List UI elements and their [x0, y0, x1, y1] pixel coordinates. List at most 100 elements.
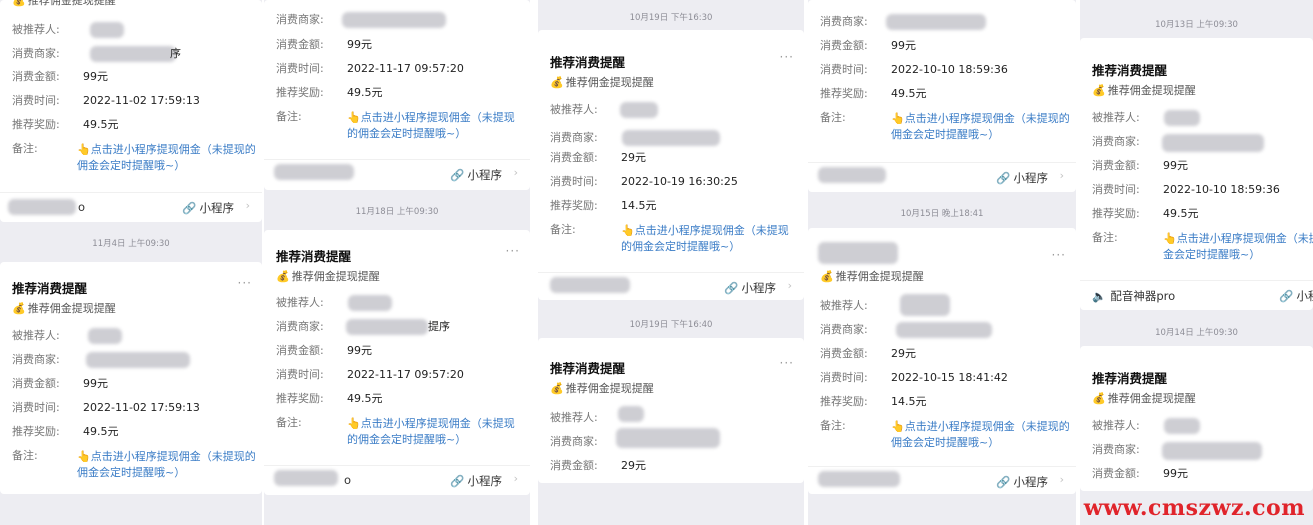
- chat-column-3: 10月19日 下午16:30 推荐消费提醒 ··· 💰 推荐佣金提现提醒 被推荐人…: [538, 0, 804, 525]
- card-subtitle: 💰 推荐佣金提现提醒: [550, 382, 654, 395]
- field-reward: 推荐奖励: 14.5元: [550, 199, 657, 212]
- field-amount: 消费金额: 99元: [276, 344, 372, 357]
- more-icon[interactable]: ···: [238, 276, 252, 290]
- field-reward: 推荐奖励: 49.5元: [12, 118, 119, 131]
- message-card[interactable]: 消费商家: 消费金额: 99元 消费时间: 2022-10-10 18:59:36 …: [808, 0, 1076, 192]
- mini-program-label: 🔗小程序: [182, 201, 234, 215]
- field-referrer: 被推荐人:: [550, 100, 796, 120]
- card-subtitle: 💰 推荐佣金提现提醒: [1092, 392, 1196, 405]
- mini-program-label: 🔗小程序: [996, 475, 1048, 489]
- field-merchant: 消费商家:: [820, 12, 1068, 32]
- field-time: 消费时间: 2022-11-17 09:57:20: [276, 368, 464, 381]
- field-merchant: 消费商家:: [820, 320, 1068, 340]
- card-footer[interactable]: 🔈配音神器pro 🔗小程序: [1080, 280, 1313, 308]
- remark-link[interactable]: 👆点击进小程序提现佣金（未提现的佣金会定时提醒哦~）: [347, 416, 524, 448]
- card-footer[interactable]: 🔗 小程序 ›: [808, 162, 1076, 190]
- more-icon[interactable]: ···: [506, 244, 520, 258]
- field-reward: 推荐奖励: 49.5元: [12, 425, 119, 438]
- redacted-value: [618, 406, 644, 422]
- message-card[interactable]: 推荐消费提醒 💰 推荐佣金提现提醒 被推荐人: 消费商家: 消费金额: 99元: [1080, 346, 1313, 491]
- field-amount: 消费金额: 29元: [550, 459, 646, 472]
- chat-column-5: 10月13日 上午09:30 推荐消费提醒 💰 推荐佣金提现提醒 被推荐人: 消费…: [1080, 0, 1313, 525]
- remark-link[interactable]: 👆点击进小程序提现佣金（未提现的佣金会定时提醒哦~）: [1163, 231, 1313, 263]
- remark-link[interactable]: 👆点击进小程序提现佣金（未提现的佣金会定时提醒哦~）: [77, 142, 256, 174]
- redacted-app-name: [550, 277, 630, 293]
- chevron-right-icon: ›: [1059, 169, 1064, 182]
- field-merchant: 消费商家: 序: [12, 46, 181, 62]
- redacted-app-name: [818, 167, 886, 183]
- money-bag-icon: 💰: [550, 382, 564, 395]
- remark-link[interactable]: 👆点击进小程序提现佣金（未提现的佣金会定时提醒哦~）: [891, 111, 1070, 143]
- field-merchant: 消费商家:: [12, 350, 254, 370]
- card-footer[interactable]: o 🔗 小程序 ›: [0, 192, 262, 220]
- redacted-app-name: [8, 199, 76, 215]
- message-card[interactable]: 推荐消费提醒 ··· 💰 推荐佣金提现提醒 被推荐人: 消费商家: 提序 消费金额:…: [264, 230, 530, 495]
- money-bag-icon: 💰: [550, 76, 564, 89]
- chat-column-2: 消费商家: 消费金额: 99元 消费时间: 2022-11-17 09:57:20 …: [264, 0, 530, 525]
- remark-link[interactable]: 👆点击进小程序提现佣金（未提现的佣金会定时提醒哦~）: [347, 110, 524, 142]
- field-reward: 推荐奖励: 49.5元: [276, 86, 383, 99]
- timestamp: 11月4日 上午09:30: [92, 239, 170, 249]
- redacted-value: [622, 130, 720, 146]
- field-time: 消费时间: 2022-10-15 18:41:42: [820, 371, 1008, 384]
- more-icon[interactable]: ···: [1052, 248, 1066, 262]
- message-card[interactable]: 推荐消费提醒 ··· 💰 推荐佣金提现提醒 被推荐人: 消费商家: 消费金额: 99…: [0, 262, 262, 494]
- more-icon[interactable]: ···: [780, 50, 794, 64]
- card-subtitle: 💰 推荐佣金提现提醒: [276, 270, 380, 283]
- field-merchant: 消费商家: 提序: [276, 319, 450, 335]
- field-amount: 消费金额: 29元: [550, 151, 646, 164]
- redacted-value: [620, 102, 658, 118]
- card-footer[interactable]: 🔗 小程序 ›: [264, 159, 530, 187]
- field-amount: 消费金额: 29元: [820, 347, 916, 360]
- card-footer[interactable]: o 🔗 小程序 ›: [264, 465, 530, 493]
- remark-link[interactable]: 👆点击进小程序提现佣金（未提现的佣金会定时提醒哦~）: [621, 223, 798, 255]
- field-amount: 消费金额: 99元: [12, 70, 108, 83]
- redacted-value: [90, 22, 124, 38]
- remark-link[interactable]: 👆点击进小程序提现佣金（未提现的佣金会定时提醒哦~）: [77, 449, 256, 481]
- link-icon: 🔗: [182, 201, 197, 215]
- chat-column-1: 💰 推荐佣金提现提醒 被推荐人: 消费商家: 序 消费金额: 99元 消费时间: 202…: [0, 0, 262, 525]
- field-time: 消费时间: 2022-11-17 09:57:20: [276, 62, 464, 75]
- remark-link[interactable]: 👆点击进小程序提现佣金（未提现的佣金会定时提醒哦~）: [891, 419, 1070, 451]
- redacted-value: [616, 428, 720, 448]
- timestamp: 10月13日 上午09:30: [1155, 20, 1238, 30]
- card-footer[interactable]: 🔗 小程序 ›: [538, 272, 804, 300]
- money-bag-icon: 💰: [820, 270, 834, 283]
- pointing-hand-icon: 👆: [77, 143, 91, 156]
- chevron-right-icon: ›: [787, 279, 792, 292]
- redacted-card-title: [818, 242, 898, 264]
- field-merchant: 消费商家:: [276, 10, 522, 30]
- chevron-right-icon: ›: [513, 472, 518, 485]
- field-amount: 消费金额: 99元: [820, 39, 916, 52]
- field-amount: 消费金额: 99元: [276, 38, 372, 51]
- pointing-hand-icon: 👆: [621, 224, 635, 237]
- link-icon: 🔗: [1279, 289, 1294, 303]
- redacted-value: [86, 352, 190, 368]
- more-icon[interactable]: ···: [780, 356, 794, 370]
- card-title: 推荐消费提醒: [550, 361, 626, 376]
- message-card[interactable]: 推荐消费提醒 ··· 💰 推荐佣金提现提醒 被推荐人: 消费商家: 消费金额: 29…: [538, 338, 804, 483]
- message-card[interactable]: ··· 💰 推荐佣金提现提醒 被推荐人: 消费商家: 消费金额: 29元 消费时间:…: [808, 228, 1076, 494]
- field-referrer: 被推荐人:: [1092, 108, 1305, 128]
- field-time: 消费时间: 2022-10-19 16:30:25: [550, 175, 738, 188]
- card-footer[interactable]: 🔗 小程序 ›: [808, 466, 1076, 494]
- field-time: 消费时间: 2022-10-10 18:59:36: [820, 63, 1008, 76]
- message-card[interactable]: 推荐消费提醒 ··· 💰 推荐佣金提现提醒 被推荐人: 消费商家: 消费金额: 29…: [538, 30, 804, 300]
- money-bag-icon: 💰: [1092, 84, 1106, 97]
- field-time: 消费时间: 2022-10-10 18:59:36: [1092, 183, 1280, 196]
- redacted-value: [1164, 418, 1200, 434]
- pointing-hand-icon: 👆: [347, 111, 361, 124]
- field-merchant: 消费商家:: [550, 128, 796, 148]
- redacted-value: [346, 319, 428, 335]
- link-icon: 🔗: [724, 281, 739, 295]
- message-card[interactable]: 推荐消费提醒 💰 推荐佣金提现提醒 被推荐人: 消费商家: 消费金额: 99元 消费…: [1080, 38, 1313, 310]
- message-card[interactable]: 消费商家: 消费金额: 99元 消费时间: 2022-11-17 09:57:20 …: [264, 0, 530, 190]
- field-referrer: 被推荐人:: [12, 20, 254, 40]
- redacted-value: [342, 12, 446, 28]
- card-subtitle: 💰 推荐佣金提现提醒: [1092, 84, 1196, 97]
- watermark: www.cmszwz.com: [1083, 495, 1305, 521]
- redacted-value: [896, 322, 992, 338]
- message-card[interactable]: 💰 推荐佣金提现提醒 被推荐人: 消费商家: 序 消费金额: 99元 消费时间: 202…: [0, 0, 262, 222]
- pointing-hand-icon: 👆: [891, 420, 905, 433]
- money-bag-icon: 💰: [276, 270, 290, 283]
